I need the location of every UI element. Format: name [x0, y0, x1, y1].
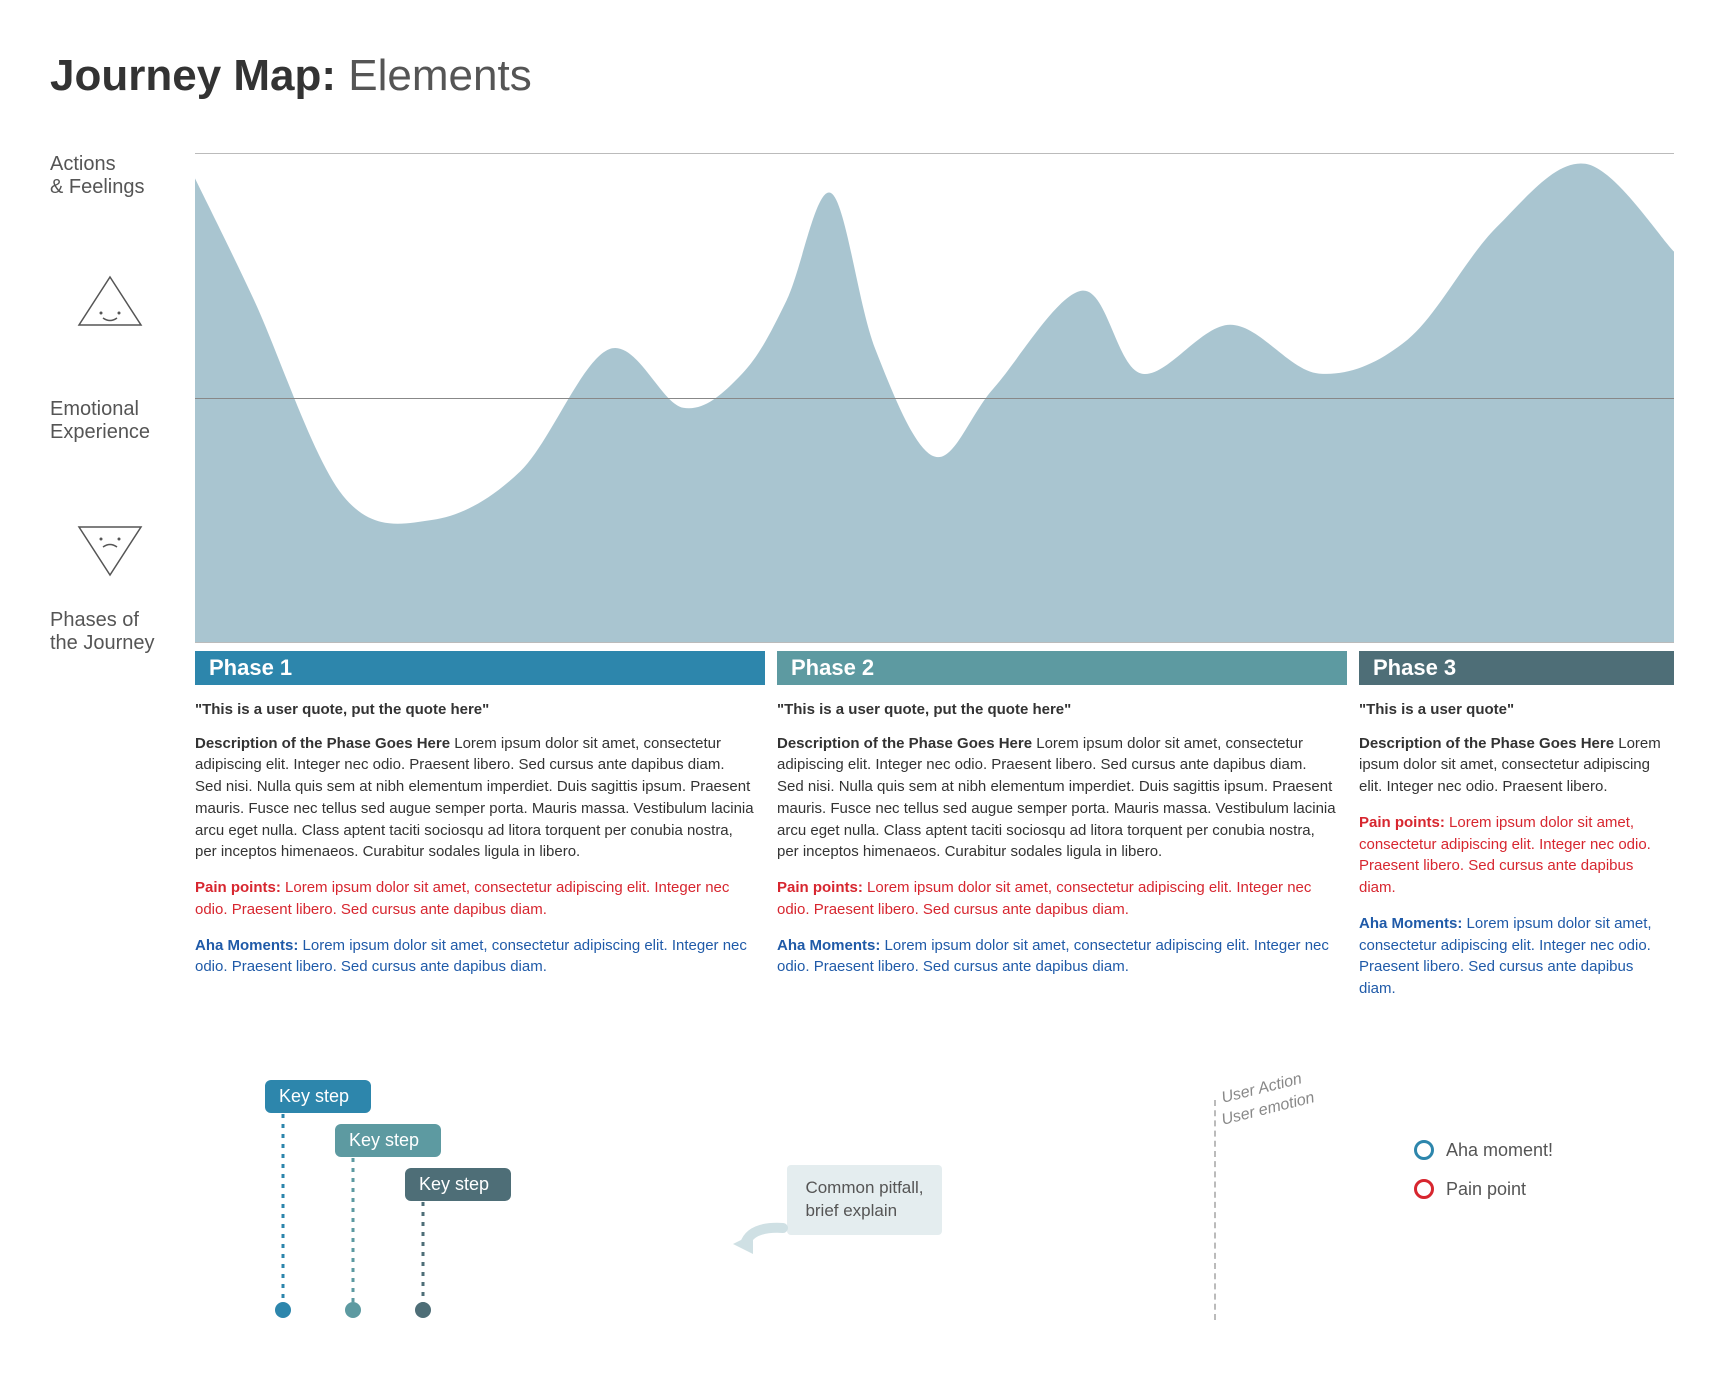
chart-midline	[195, 398, 1674, 399]
phase-quote: "This is a user quote, put the quote her…	[195, 699, 755, 721]
phase-body: "This is a user quote, put the quote her…	[195, 685, 765, 978]
phase-pain-points: Pain points: Lorem ipsum dolor sit amet,…	[195, 877, 755, 921]
user-action-timeline-icon	[1214, 1100, 1216, 1320]
aha-marker-icon	[1414, 1140, 1434, 1160]
phase-aha-moments: Aha Moments: Lorem ipsum dolor sit amet,…	[1359, 913, 1664, 1000]
sad-face-icon	[75, 523, 145, 585]
aha-marker-legend: Aha moment!	[1414, 1140, 1674, 1161]
phases-row: Phase 1 "This is a user quote, put the q…	[195, 651, 1674, 1000]
key-step-chip: Key step	[265, 1080, 371, 1113]
phase-body: "This is a user quote, put the quote her…	[777, 685, 1347, 978]
axis-labels: Actions & Feelings Emotional Experience	[50, 153, 195, 643]
axis-mid-label: Emotional Experience	[50, 398, 150, 444]
key-steps-legend: Key step Key step Key step	[195, 1080, 565, 1320]
key-step-connector-icon	[343, 1158, 363, 1320]
pain-marker-label: Pain point	[1446, 1179, 1526, 1200]
key-step-connector-icon	[413, 1202, 433, 1320]
page-title-rest: Elements	[348, 51, 531, 100]
page-title-bold: Journey Map:	[50, 51, 336, 100]
phase-pain-points: Pain points: Lorem ipsum dolor sit amet,…	[1359, 812, 1664, 899]
phase-pain-points: Pain points: Lorem ipsum dolor sit amet,…	[777, 877, 1337, 921]
key-step-chip: Key step	[335, 1124, 441, 1157]
emotion-chart	[195, 153, 1674, 643]
phase-header: Phase 3	[1359, 651, 1674, 685]
pitfall-legend: Common pitfall, brief explain	[565, 1080, 1164, 1320]
phase-header: Phase 2	[777, 651, 1347, 685]
pain-marker-icon	[1414, 1179, 1434, 1199]
axis-top-label: Actions & Feelings	[50, 153, 145, 199]
key-step-connector-icon	[273, 1114, 293, 1320]
phase-body: "This is a user quote" Description of th…	[1359, 685, 1674, 1000]
axis-bottom-label: Phases of the Journey	[50, 609, 155, 655]
phase-quote: "This is a user quote, put the quote her…	[777, 699, 1337, 721]
key-step-chip: Key step	[405, 1168, 511, 1201]
page-title: Journey Map: Elements	[50, 50, 1674, 103]
pain-marker-legend: Pain point	[1414, 1179, 1674, 1200]
phase-description: Description of the Phase Goes Here Lorem…	[777, 733, 1337, 864]
happy-face-icon	[75, 273, 145, 335]
phase-column: Phase 2 "This is a user quote, put the q…	[777, 651, 1347, 1000]
phase-aha-moments: Aha Moments: Lorem ipsum dolor sit amet,…	[777, 935, 1337, 979]
phase-quote: "This is a user quote"	[1359, 699, 1664, 721]
user-action-legend: User Action User emotion	[1164, 1080, 1414, 1320]
aha-marker-label: Aha moment!	[1446, 1140, 1553, 1161]
undo-arrow-icon	[733, 1220, 793, 1265]
phase-column: Phase 3 "This is a user quote" Descripti…	[1359, 651, 1674, 1000]
phase-description: Description of the Phase Goes Here Lorem…	[1359, 733, 1664, 798]
markers-legend: Aha moment! Pain point	[1414, 1080, 1674, 1218]
phase-description: Description of the Phase Goes Here Lorem…	[195, 733, 755, 864]
pitfall-bubble: Common pitfall, brief explain	[787, 1165, 941, 1235]
phase-aha-moments: Aha Moments: Lorem ipsum dolor sit amet,…	[195, 935, 755, 979]
phase-header: Phase 1	[195, 651, 765, 685]
phase-column: Phase 1 "This is a user quote, put the q…	[195, 651, 765, 1000]
